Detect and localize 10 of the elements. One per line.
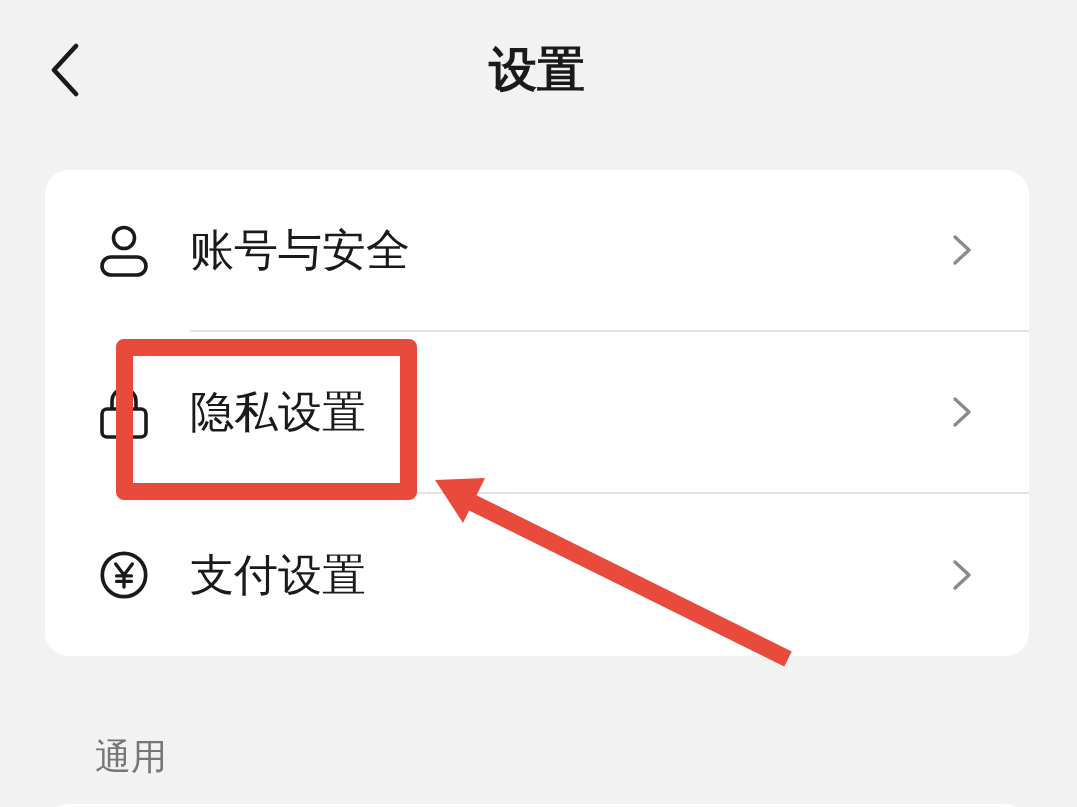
page-title: 设置 <box>489 41 585 99</box>
chevron-right-icon <box>952 396 972 428</box>
back-icon[interactable] <box>50 43 80 97</box>
chevron-right-icon <box>952 234 972 266</box>
yen-coin-icon <box>100 549 148 601</box>
settings-item[interactable]: 支付设置 <box>45 494 1029 656</box>
settings-item[interactable]: 账号与安全 <box>45 170 1029 332</box>
chevron-right-icon <box>952 559 972 591</box>
section-header: 通用 <box>95 735 167 779</box>
person-icon <box>100 225 148 277</box>
